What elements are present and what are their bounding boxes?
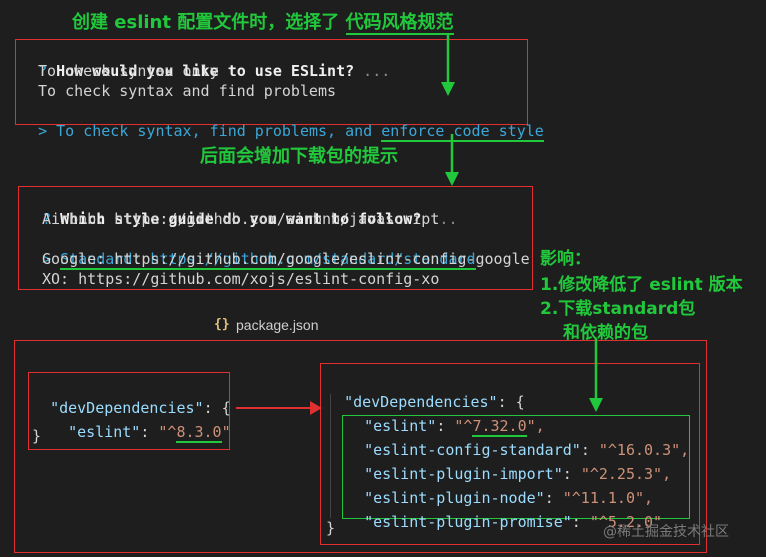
prompt2-option-airbnb[interactable]: Airbnb: https://github.com/airbnb/javasc… xyxy=(42,209,439,229)
prompt1-ellipsis: ... xyxy=(363,62,391,80)
middle-annotation: 后面会增加下载包的提示 xyxy=(200,146,398,167)
prompt1-option-syntax-only[interactable]: To check syntax only xyxy=(38,61,219,81)
before-eslint-val-suffix: " xyxy=(221,423,231,441)
file-tab-label: package.json xyxy=(236,317,319,333)
prompt1-selected-highlight: enforce code style xyxy=(381,122,544,142)
prompt1-option-syntax-problems[interactable]: To check syntax and find problems xyxy=(38,81,336,101)
top-annotation: 创建 eslint 配置文件时，选择了 代码风格规范 xyxy=(72,8,454,35)
down-arrow-icon xyxy=(445,134,459,186)
impact-title: 影响： xyxy=(540,249,591,269)
impact-item-1: 1.修改降低了 eslint 版本 xyxy=(540,275,743,295)
top-annotation-prefix: 创建 eslint 配置文件时，选择了 xyxy=(72,12,340,33)
file-tab[interactable]: {} package.json xyxy=(204,312,339,340)
before-eslint-version: 8.3.0 xyxy=(176,423,222,443)
json-file-icon: {} xyxy=(214,317,230,332)
dep-key: "eslint-plugin-promise" xyxy=(364,513,572,531)
after-close-brace: } xyxy=(326,519,336,537)
prompt1-option-label: To check syntax and find problems xyxy=(38,82,337,100)
before-eslint-key: "eslint" xyxy=(68,423,141,441)
watermark: @稀土掘金技术社区 xyxy=(603,524,729,540)
prompt1-option-label: To check syntax only xyxy=(38,62,219,80)
before-line-3: } xyxy=(32,427,42,445)
before-line-2: "eslint": "^8.3.0" xyxy=(68,423,231,443)
prompt1-selected-prefix: To check syntax, find problems, and xyxy=(56,122,382,140)
before-eslint-val-prefix: "^ xyxy=(158,423,177,441)
right-arrow-icon xyxy=(236,401,322,415)
down-arrow-icon xyxy=(589,338,603,412)
prompt1-selected-marker: > xyxy=(38,122,48,140)
down-arrow-icon xyxy=(441,34,455,96)
prompt2-option-google[interactable]: Google: https://github.com/google/eslint… xyxy=(42,249,530,269)
prompt1-option-selected[interactable]: > To check syntax, find problems, and en… xyxy=(20,101,544,142)
impact-item-2: 2.下载standard包 xyxy=(540,299,696,319)
prompt2-option-xo[interactable]: XO: https://github.com/xojs/eslint-confi… xyxy=(42,269,439,289)
top-annotation-highlight: 代码风格规范 xyxy=(345,12,454,35)
indent-guide xyxy=(330,394,331,518)
